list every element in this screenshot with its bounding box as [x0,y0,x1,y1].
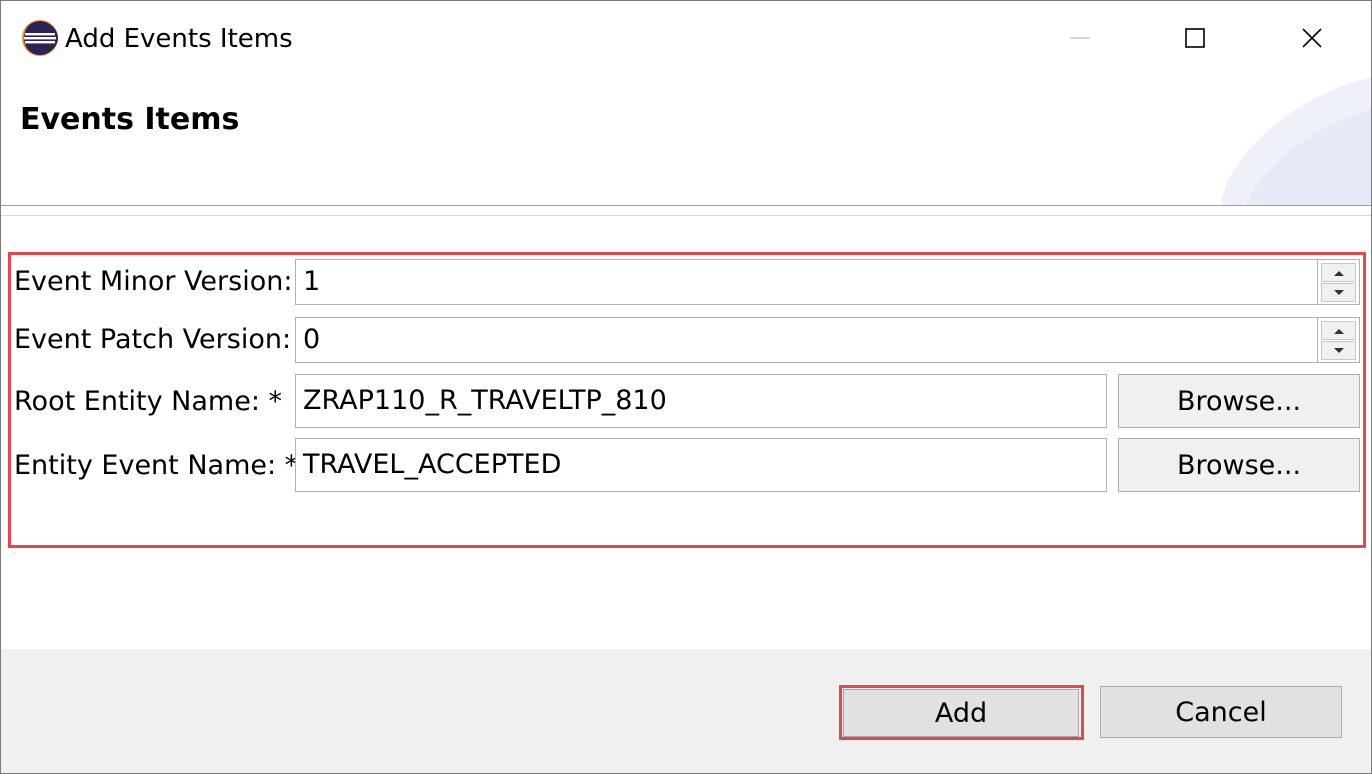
header-divider [1,205,1371,206]
dialog-window: Add Events Items Events Items Event Mino… [0,0,1372,774]
maximize-icon [1185,28,1205,48]
banner-graphic [1221,77,1371,205]
close-icon [1302,28,1322,48]
maximize-button[interactable] [1166,11,1224,65]
close-button[interactable] [1283,11,1341,65]
title-bar[interactable]: Add Events Items [1,1,1371,77]
window-title: Add Events Items [65,24,293,54]
page-title: Events Items [20,102,240,137]
eclipse-app-icon [22,20,58,56]
add-button-highlight-box [839,685,1084,740]
dialog-header: Events Items [1,77,1371,205]
minimize-button[interactable] [1051,11,1109,65]
minimize-icon [1070,37,1090,39]
cancel-button[interactable]: Cancel [1100,686,1342,738]
header-divider-light [1,215,1371,216]
form-highlight-box [8,252,1366,548]
